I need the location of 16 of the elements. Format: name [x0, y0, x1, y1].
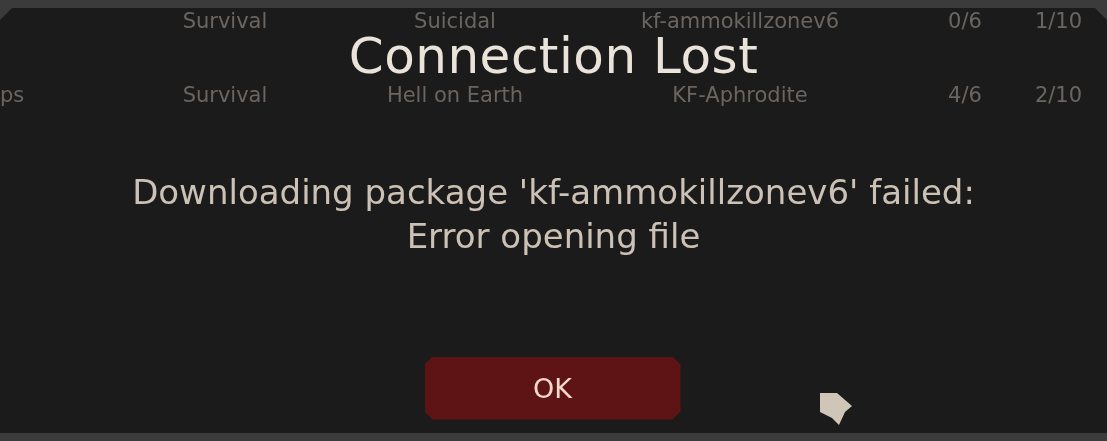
- ok-button[interactable]: OK: [424, 356, 681, 420]
- dialog-title: Connection Lost: [348, 30, 759, 82]
- cursor-icon: [818, 392, 853, 426]
- table-cell-text: 4/6: [947, 84, 983, 106]
- table-cell-text: ps: [0, 84, 26, 106]
- table-cell-text: Suicidal: [413, 10, 497, 32]
- table-cell-text: Survival: [181, 10, 269, 32]
- error-message: Error opening file: [406, 216, 701, 256]
- table-cell-text: kf-ammokillzonev6: [639, 10, 841, 32]
- table-cell-text: Hell on Earth: [385, 84, 525, 106]
- table-cell-text: 0/6: [947, 10, 983, 32]
- table-cell-text: 2/10: [1033, 84, 1084, 106]
- table-cell-text: KF-Aphrodite: [671, 84, 809, 106]
- table-cell-text: Survival: [181, 84, 269, 106]
- error-message: Downloading package 'kf-ammokillzonev6' failed:: [132, 172, 975, 212]
- table-cell-text: 1/10: [1033, 10, 1084, 32]
